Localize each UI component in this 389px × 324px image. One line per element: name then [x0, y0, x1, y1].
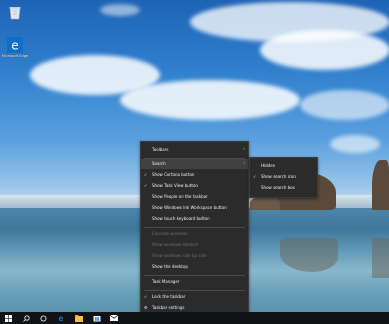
chevron-right-icon: ›: [243, 161, 245, 166]
menu-item-show-the-desktop[interactable]: Show the desktop: [141, 262, 248, 272]
rock-formation: [372, 160, 389, 210]
menu-item-label: Show People on the taskbar: [152, 194, 208, 199]
taskbar-context-menu: Toolbars › Search › ✓ Show Cortana butto…: [140, 141, 249, 316]
menu-item-label: Show windows stacked: [152, 242, 199, 247]
svg-text:e: e: [59, 314, 64, 322]
edge-taskbar-button[interactable]: e: [55, 312, 67, 324]
menu-item-label: Hidden: [261, 163, 276, 168]
file-explorer-button[interactable]: [73, 312, 85, 324]
menu-item-label: Show Cortana button: [152, 172, 195, 177]
menu-item-show-people[interactable]: Show People on the taskbar: [141, 192, 248, 202]
menu-separator: [144, 275, 245, 276]
task-view-button[interactable]: [37, 312, 49, 324]
cloud: [300, 90, 389, 120]
rock-reflection: [372, 238, 389, 278]
menu-separator: [144, 290, 245, 291]
menu-item-show-cortana-button[interactable]: ✓ Show Cortana button: [141, 170, 248, 180]
checkmark-icon: ✓: [144, 294, 148, 299]
cloud: [100, 4, 140, 16]
mail-button[interactable]: [108, 312, 120, 324]
menu-item-show-windows-ink[interactable]: Show Windows Ink Workspace button: [141, 203, 248, 213]
menu-item-label: Show windows side by side: [152, 253, 207, 258]
submenu-item-show-search-box[interactable]: Show search box: [250, 183, 317, 193]
menu-item-label: Show touch keyboard button: [152, 216, 210, 221]
menu-item-label: Show Task View button: [152, 183, 198, 188]
checkmark-icon: ✓: [144, 183, 148, 188]
checkmark-icon: ✓: [253, 174, 257, 179]
edge-label: Microsoft Edge: [1, 54, 29, 58]
edge-icon: e: [59, 314, 64, 322]
store-icon: [93, 316, 101, 322]
menu-item-label: Show the desktop: [152, 264, 188, 269]
task-view-icon: [40, 315, 46, 321]
menu-item-show-touch-keyboard[interactable]: Show touch keyboard button: [141, 214, 248, 224]
menu-item-label: Search: [152, 161, 166, 166]
menu-item-show-windows-side-by-side: Show windows side by side: [141, 251, 248, 261]
menu-item-label: Task Manager: [152, 279, 180, 284]
recycle-bin-desktop-icon[interactable]: [0, 4, 30, 21]
menu-item-cascade-windows: Cascade windows: [141, 229, 248, 239]
checkmark-icon: ✓: [144, 172, 148, 177]
svg-text:e: e: [11, 39, 18, 53]
edge-icon: e: [7, 37, 23, 53]
start-button[interactable]: [2, 312, 14, 324]
menu-item-show-task-view-button[interactable]: ✓ Show Task View button: [141, 181, 248, 191]
menu-item-label: Lock the taskbar: [152, 294, 186, 299]
menu-item-search[interactable]: Search ›: [141, 159, 248, 169]
submenu-item-show-search-icon[interactable]: ✓ Show search icon: [250, 172, 317, 182]
search-icon: [22, 314, 30, 322]
store-button[interactable]: [91, 312, 103, 324]
menu-item-task-manager[interactable]: Task Manager: [141, 277, 248, 287]
menu-item-label: Show search icon: [261, 174, 296, 179]
chevron-right-icon: ›: [243, 147, 245, 152]
menu-item-label: Toolbars: [152, 147, 169, 152]
menu-item-lock-the-taskbar[interactable]: ✓ Lock the taskbar: [141, 292, 248, 302]
menu-item-label: Show Windows Ink Workspace button: [152, 205, 227, 210]
menu-item-label: Cascade windows: [152, 231, 188, 236]
search-button[interactable]: [20, 312, 32, 324]
edge-desktop-icon[interactable]: e Microsoft Edge: [0, 37, 30, 58]
cloud: [120, 80, 300, 120]
menu-item-toolbars[interactable]: Toolbars ›: [141, 145, 248, 155]
menu-item-label: Show search box: [261, 185, 295, 190]
menu-separator: [144, 227, 245, 228]
file-explorer-icon: [75, 314, 83, 322]
menu-item-show-windows-stacked: Show windows stacked: [141, 240, 248, 250]
cloud: [330, 135, 380, 153]
start-icon: [4, 314, 12, 322]
taskbar: e: [0, 312, 389, 324]
mail-icon: [110, 315, 118, 321]
cloud: [260, 30, 389, 70]
submenu-item-hidden[interactable]: Hidden: [250, 161, 317, 171]
rock-formation: [250, 196, 280, 210]
recycle-bin-icon: [7, 4, 23, 20]
menu-item-label: Taskbar settings: [152, 305, 185, 310]
search-submenu: Hidden ✓ Show search icon Show search bo…: [249, 157, 318, 198]
